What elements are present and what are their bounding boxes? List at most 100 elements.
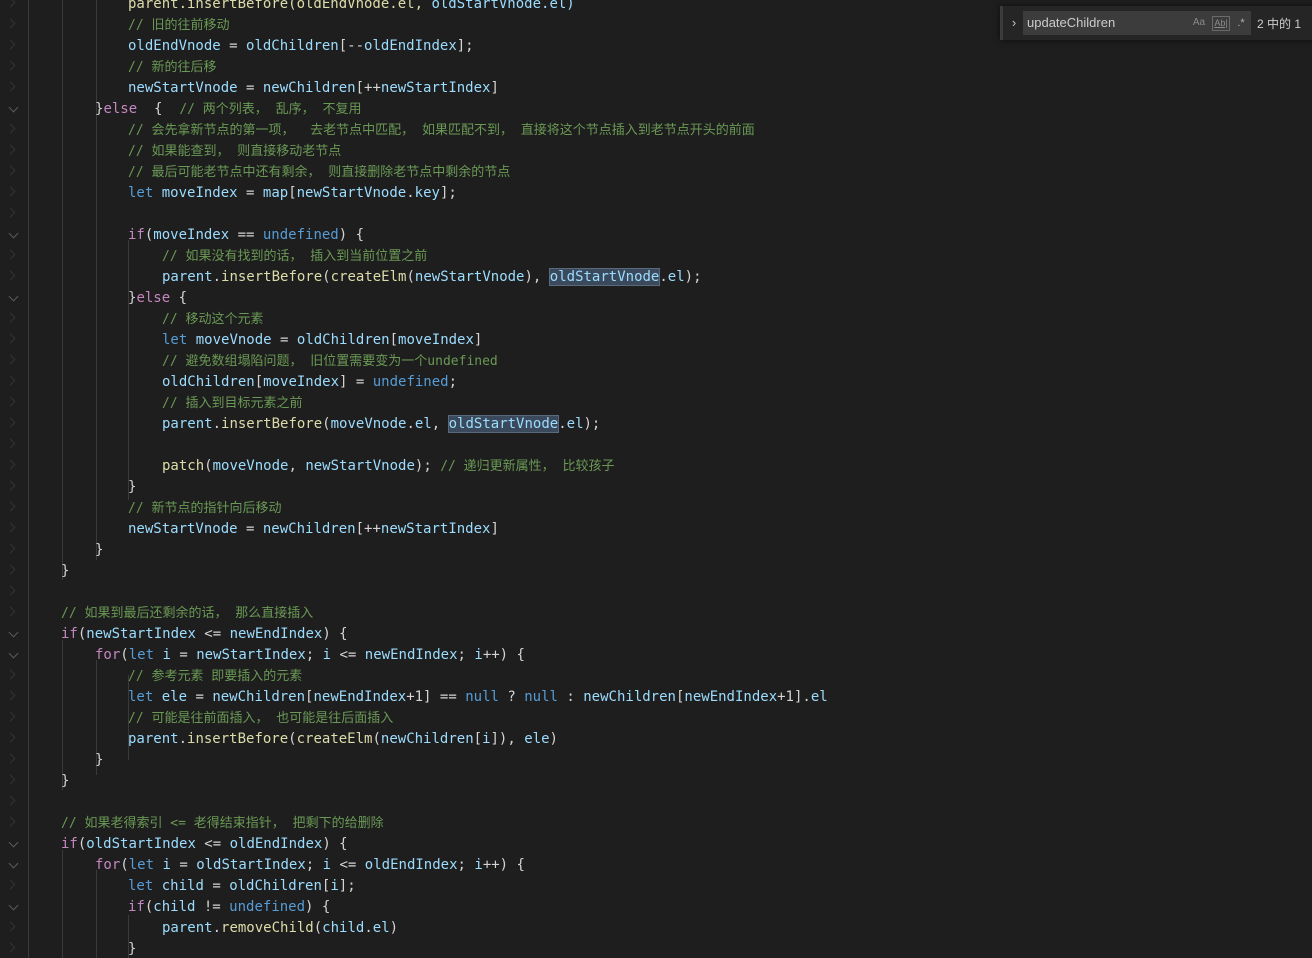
fold-marker-icon[interactable] [5, 249, 16, 260]
code-line[interactable]: // 如果能查到， 则直接移动老节点 [128, 141, 341, 162]
fold-marker-icon[interactable] [5, 879, 16, 890]
fold-marker-icon[interactable] [5, 774, 16, 785]
code-line[interactable]: oldEndVnode = oldChildren[--oldEndIndex]… [128, 36, 474, 57]
fold-expanded-chevron-icon[interactable] [8, 837, 19, 848]
fold-marker-icon[interactable] [5, 312, 16, 323]
fold-marker-icon[interactable] [5, 144, 16, 155]
code-line[interactable]: let moveIndex = map[newStartVnode.key]; [128, 183, 457, 204]
code-line[interactable]: }else { // 两个列表， 乱序， 不复用 [95, 99, 361, 120]
code-line[interactable]: parent.insertBefore(oldEndVnode.el, oldS… [128, 0, 575, 15]
fold-marker-icon[interactable] [5, 123, 16, 134]
code-line[interactable]: if(child != undefined) { [128, 897, 330, 918]
fold-marker-icon[interactable] [5, 396, 16, 407]
fold-marker-icon[interactable] [5, 816, 16, 827]
fold-expanded-chevron-icon[interactable] [8, 627, 19, 638]
fold-expanded-chevron-icon[interactable] [8, 858, 19, 869]
fold-marker-icon[interactable] [5, 459, 16, 470]
code-line[interactable]: } [61, 561, 69, 582]
fold-marker-icon[interactable] [5, 669, 16, 680]
code-line[interactable]: if(oldStartIndex <= oldEndIndex) { [61, 834, 348, 855]
use-regex-icon[interactable]: .* [1233, 15, 1249, 31]
fold-marker-icon[interactable] [5, 732, 16, 743]
code-line[interactable]: // 如果到最后还剩余的话， 那么直接插入 [61, 603, 313, 624]
code-line[interactable]: } [61, 771, 69, 792]
fold-marker-icon[interactable] [5, 564, 16, 575]
fold-marker-icon[interactable] [5, 354, 16, 365]
code-line[interactable]: // 新的往后移 [128, 57, 216, 78]
fold-marker-icon[interactable] [5, 543, 16, 554]
fold-marker-icon[interactable] [5, 795, 16, 806]
fold-marker-icon[interactable] [5, 417, 16, 428]
code-token: ; [448, 374, 458, 390]
code-line[interactable]: // 最后可能老节点中还有剩余， 则直接删除老节点中剩余的节点 [128, 162, 510, 183]
match-whole-word-icon[interactable]: Ab| [1212, 16, 1230, 31]
code-line[interactable]: for(let i = newStartIndex; i <= newEndIn… [95, 645, 525, 666]
code-line[interactable]: let ele = newChildren[newEndIndex+1] == … [128, 687, 828, 708]
code-line[interactable]: parent.insertBefore(moveVnode.el, oldSta… [162, 414, 600, 435]
match-case-icon[interactable]: Aa [1190, 15, 1208, 31]
fold-marker-icon[interactable] [5, 606, 16, 617]
code-line[interactable]: } [95, 750, 103, 771]
fold-expanded-chevron-icon[interactable] [8, 228, 19, 239]
fold-marker-icon[interactable] [5, 186, 16, 197]
fold-expanded-chevron-icon[interactable] [8, 291, 19, 302]
fold-marker-icon[interactable] [5, 18, 16, 29]
fold-marker-icon[interactable] [5, 921, 16, 932]
code-line[interactable]: // 参考元素 即要插入的元素 [128, 666, 302, 687]
code-line[interactable]: let child = oldChildren[i]; [128, 876, 356, 897]
code-line[interactable]: // 避免数组塌陷问题， 旧位置需要变为一个undefined [162, 351, 498, 372]
code-line[interactable]: parent.insertBefore(createElm(newStartVn… [162, 267, 702, 288]
code-line[interactable]: // 如果没有找到的话， 插入到当前位置之前 [162, 246, 427, 267]
code-line[interactable]: // 可能是往前面插入， 也可能是往后面插入 [128, 708, 393, 729]
code-line[interactable]: oldChildren[moveIndex] = undefined; [162, 372, 457, 393]
fold-marker-icon[interactable] [5, 81, 16, 92]
code-line[interactable]: // 会先拿新节点的第一项， 去老节点中匹配， 如果匹配不到， 直接将这个节点插… [128, 120, 755, 141]
code-line[interactable]: patch(moveVnode, newStartVnode); // 递归更新… [162, 456, 615, 477]
fold-marker-icon[interactable] [5, 60, 16, 71]
code-line[interactable]: // 移动这个元素 [162, 309, 263, 330]
fold-marker-icon[interactable] [5, 165, 16, 176]
code-line[interactable]: // 如果老得索引 <= 老得结束指针， 把剩下的给删除 [61, 813, 384, 834]
fold-marker-icon[interactable] [5, 0, 16, 8]
fold-marker-icon[interactable] [5, 585, 16, 596]
code-line[interactable]: // 新节点的指针向后移动 [128, 498, 281, 519]
code-line[interactable]: for(let i = oldStartIndex; i <= oldEndIn… [95, 855, 525, 876]
code-token: ( [288, 731, 297, 747]
fold-marker-icon[interactable] [5, 480, 16, 491]
code-line[interactable]: if(moveIndex == undefined) { [128, 225, 364, 246]
fold-marker-icon[interactable] [5, 438, 16, 449]
code-line[interactable]: let moveVnode = oldChildren[moveIndex] [162, 330, 482, 351]
fold-expanded-chevron-icon[interactable] [8, 102, 19, 113]
toggle-replace-chevron-icon[interactable]: › [1007, 15, 1021, 31]
fold-marker-icon[interactable] [5, 375, 16, 386]
code-line[interactable]: newStartVnode = newChildren[++newStartIn… [128, 519, 499, 540]
fold-marker-icon[interactable] [5, 753, 16, 764]
fold-marker-icon[interactable] [5, 711, 16, 722]
fold-marker-icon[interactable] [5, 207, 16, 218]
fold-gutter[interactable] [0, 0, 26, 958]
fold-marker-icon[interactable] [5, 501, 16, 512]
code-line[interactable]: } [128, 939, 136, 958]
fold-marker-icon[interactable] [5, 333, 16, 344]
code-line[interactable]: // 插入到目标元素之前 [162, 393, 302, 414]
fold-marker-icon[interactable] [5, 942, 16, 953]
code-token: ? [498, 689, 525, 705]
fold-marker-icon[interactable] [5, 270, 16, 281]
fold-expanded-chevron-icon[interactable] [8, 900, 19, 911]
code-line[interactable]: }else { [128, 288, 187, 309]
fold-marker-icon[interactable] [5, 522, 16, 533]
fold-marker-icon[interactable] [5, 39, 16, 50]
code-line[interactable]: parent.insertBefore(createElm(newChildre… [128, 729, 558, 750]
fold-marker-icon[interactable] [5, 690, 16, 701]
find-input-box[interactable]: Aa Ab| .* [1023, 11, 1251, 35]
fold-expanded-chevron-icon[interactable] [8, 648, 19, 659]
code-line[interactable]: // 旧的往前移动 [128, 15, 229, 36]
code-editor[interactable]: parent.insertBefore(oldEndVnode.el, oldS… [0, 0, 1312, 958]
code-line[interactable]: newStartVnode = newChildren[++newStartIn… [128, 78, 499, 99]
code-line[interactable]: } [95, 540, 103, 561]
find-input[interactable] [1027, 11, 1187, 35]
code-token: +1]. [777, 689, 811, 705]
code-line[interactable]: if(newStartIndex <= newEndIndex) { [61, 624, 348, 645]
code-line[interactable]: parent.removeChild(child.el) [162, 918, 398, 939]
code-line[interactable]: } [128, 477, 136, 498]
